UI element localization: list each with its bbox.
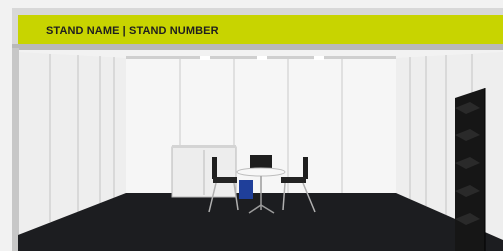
storage-cabinet <box>171 145 237 198</box>
brochure-rack <box>455 88 486 251</box>
exhibition-booth-scene: STAND NAME | STAND NUMBER <box>0 0 503 251</box>
waste-bin <box>239 180 253 199</box>
fascia-label: STAND NAME | STAND NUMBER <box>46 25 219 37</box>
